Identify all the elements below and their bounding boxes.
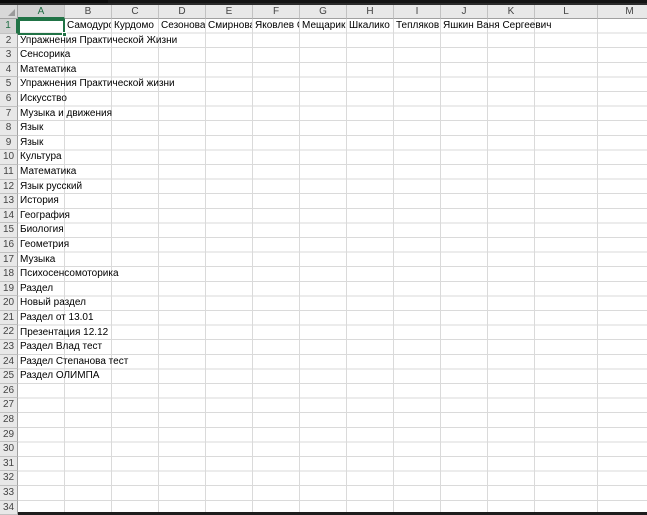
cell-d1[interactable]: Сезонова: [159, 19, 205, 34]
cell-f1[interactable]: Яковлев С: [253, 19, 299, 34]
cell-grid[interactable]: СамодуроКурдомоСезоноваСмирноваЯковлев С…: [18, 19, 647, 512]
cell-a2[interactable]: Упражнения Практической Жизни: [18, 34, 177, 49]
row-header-25[interactable]: 25: [0, 369, 18, 384]
cell-a19[interactable]: Раздел: [18, 282, 53, 297]
column-header-k[interactable]: K: [488, 5, 535, 19]
column-header-b[interactable]: B: [65, 5, 112, 19]
row-header-30[interactable]: 30: [0, 442, 18, 457]
row-header-34[interactable]: 34: [0, 500, 18, 515]
row-header-16[interactable]: 16: [0, 237, 18, 253]
cell-c1[interactable]: Курдомо: [112, 19, 158, 34]
column-gridline: [487, 19, 488, 512]
column-header-g[interactable]: G: [300, 5, 347, 19]
column-header-f[interactable]: F: [253, 5, 300, 19]
column-header-m[interactable]: M: [598, 5, 647, 19]
row-header-33[interactable]: 33: [0, 486, 18, 501]
row-header-3[interactable]: 3: [0, 48, 18, 63]
row-header-5[interactable]: 5: [0, 77, 18, 92]
row-header-17[interactable]: 17: [0, 252, 18, 268]
cell-a14[interactable]: География: [18, 209, 70, 224]
cell-a12[interactable]: Язык русский: [18, 180, 82, 195]
row-header-12[interactable]: 12: [0, 179, 18, 195]
row-header-31[interactable]: 31: [0, 456, 18, 472]
cell-e1[interactable]: Смирнова: [206, 19, 252, 34]
cell-a25[interactable]: Раздел ОЛИМПА: [18, 369, 99, 384]
cell-a7[interactable]: Музыка и движения: [18, 107, 112, 122]
select-all-button[interactable]: [0, 5, 18, 19]
cell-a21[interactable]: Раздел от 13.01: [18, 311, 94, 326]
cell-a3[interactable]: Сенсорика: [18, 48, 70, 63]
row-header-6[interactable]: 6: [0, 91, 18, 107]
cell-a24[interactable]: Раздел Степанова тест: [18, 355, 128, 370]
column-header-d[interactable]: D: [159, 5, 206, 19]
cell-h1[interactable]: Шкалико: [347, 19, 393, 34]
cell-a23[interactable]: Раздел Влад тест: [18, 340, 102, 355]
row-header-23[interactable]: 23: [0, 340, 18, 355]
row-header-26[interactable]: 26: [0, 383, 18, 399]
row-header-27[interactable]: 27: [0, 398, 18, 414]
cell-a15[interactable]: Биология: [18, 223, 64, 238]
column-header-l[interactable]: L: [535, 5, 598, 19]
column-header-e[interactable]: E: [206, 5, 253, 19]
row-header-4[interactable]: 4: [0, 62, 18, 78]
row-header-29[interactable]: 29: [0, 427, 18, 443]
cell-i1[interactable]: Тепляков: [394, 19, 440, 34]
cell-a16[interactable]: Геометрия: [18, 238, 69, 253]
column-gridline: [534, 19, 535, 512]
row-header-32[interactable]: 32: [0, 471, 18, 486]
row-header-18[interactable]: 18: [0, 267, 18, 282]
name-box-edge: [0, 0, 108, 3]
column-gridline: [205, 19, 206, 512]
column-header-a[interactable]: A: [18, 5, 65, 19]
cell-a8[interactable]: Язык: [18, 121, 43, 136]
cell-a9[interactable]: Язык: [18, 136, 43, 151]
cell-j1[interactable]: Яшкин Ваня Сергеевич: [441, 19, 551, 34]
cell-a11[interactable]: Математика: [18, 165, 76, 180]
row-header-14[interactable]: 14: [0, 208, 18, 224]
column-gridline: [111, 19, 112, 512]
column-header-h[interactable]: H: [347, 5, 394, 19]
row-header-22[interactable]: 22: [0, 325, 18, 341]
column-header-j[interactable]: J: [441, 5, 488, 19]
row-header-9[interactable]: 9: [0, 135, 18, 151]
cell-a5[interactable]: Упражнения Практической жизни: [18, 77, 175, 92]
cell-a10[interactable]: Культура: [18, 150, 62, 165]
column-headers: ABCDEFGHIJKLM: [18, 5, 647, 19]
row-header-28[interactable]: 28: [0, 413, 18, 428]
cell-b1[interactable]: Самодуро: [65, 19, 111, 34]
active-cell-a1[interactable]: [18, 19, 65, 35]
row-header-21[interactable]: 21: [0, 310, 18, 326]
row-header-10[interactable]: 10: [0, 150, 18, 165]
row-header-15[interactable]: 15: [0, 223, 18, 238]
row-header-1[interactable]: 1: [0, 19, 18, 34]
cell-a4[interactable]: Математика: [18, 63, 76, 78]
row-header-13[interactable]: 13: [0, 194, 18, 209]
row-header-20[interactable]: 20: [0, 296, 18, 311]
row-header-8[interactable]: 8: [0, 121, 18, 136]
cell-a13[interactable]: История: [18, 194, 59, 209]
row-headers: 1 2 3 4 5 6 7 8 9 10 11 12 13 14 15 16 17 18 19 20 21 22 23 24 2…: [0, 19, 18, 515]
column-gridline: [299, 19, 300, 512]
row-header-2[interactable]: 2: [0, 33, 18, 49]
column-gridline: [440, 19, 441, 512]
cell-g1[interactable]: Мещарик: [300, 19, 346, 34]
cell-a18[interactable]: Психосенсомоторика: [18, 267, 119, 282]
row-header-19[interactable]: 19: [0, 281, 18, 297]
column-gridline: [597, 19, 598, 512]
cell-a6[interactable]: Искусство: [18, 92, 67, 107]
column-header-c[interactable]: C: [112, 5, 159, 19]
cell-a17[interactable]: Музыка: [18, 253, 55, 268]
column-header-i[interactable]: I: [394, 5, 441, 19]
column-gridline: [252, 19, 253, 512]
cell-a22[interactable]: Презентация 12.12: [18, 326, 108, 341]
cell-a20[interactable]: Новый раздел: [18, 296, 86, 311]
row-header-24[interactable]: 24: [0, 354, 18, 370]
column-gridline: [346, 19, 347, 512]
row-header-11[interactable]: 11: [0, 164, 18, 180]
select-all-triangle-icon: [8, 9, 15, 16]
row-header-7[interactable]: 7: [0, 106, 18, 122]
column-gridline: [393, 19, 394, 512]
column-gridline: [158, 19, 159, 512]
